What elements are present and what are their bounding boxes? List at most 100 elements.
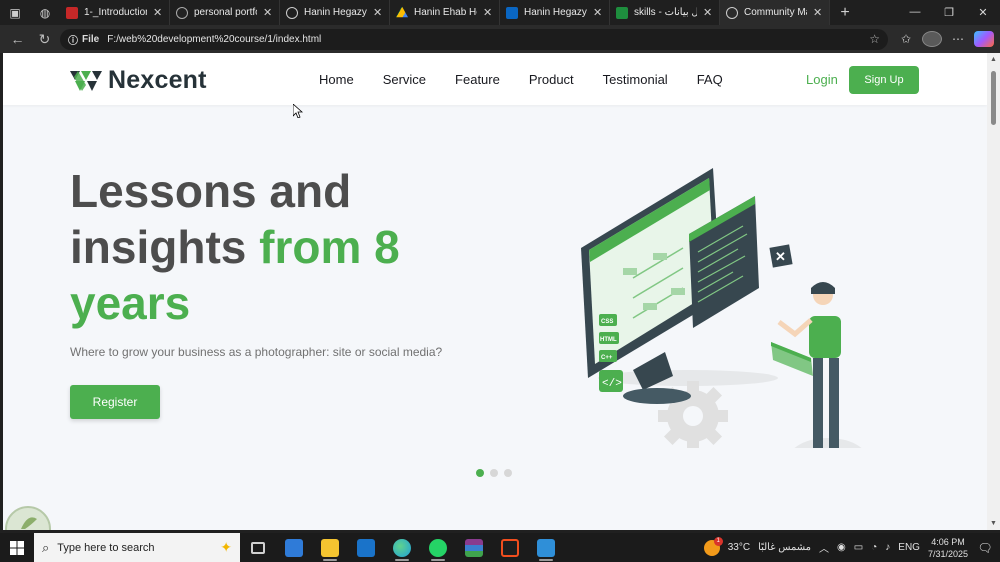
browser-tab[interactable]: personal portfolio ✕ — [170, 0, 280, 25]
whatsapp-button[interactable] — [420, 533, 456, 562]
carousel-dot-2[interactable] — [490, 469, 498, 477]
main-menu: Home Service Feature Product Testimonial… — [319, 72, 752, 87]
carousel-dot-3[interactable] — [504, 469, 512, 477]
svg-text:✕: ✕ — [775, 249, 786, 264]
scroll-up-icon[interactable]: ▲ — [989, 56, 998, 63]
outlook-button[interactable] — [348, 533, 384, 562]
figma-icon — [501, 538, 519, 557]
restore-icon[interactable]: ❐ — [932, 6, 966, 19]
weather-temp[interactable]: 33°C — [728, 542, 750, 553]
nav-link-feature[interactable]: Feature — [455, 72, 500, 87]
clock[interactable]: 4:06 PM 7/31/2025 — [928, 536, 968, 560]
start-button[interactable] — [0, 533, 34, 562]
close-tab-icon[interactable]: ✕ — [153, 6, 163, 19]
svg-text:HTML: HTML — [600, 337, 617, 343]
browser-tab[interactable]: skills - أول بيانات ✕ — [610, 0, 720, 25]
taskbar-search-field[interactable]: ⌕ Type here to search ✦ — [34, 533, 240, 562]
language-indicator[interactable]: ENG — [898, 542, 920, 553]
workspaces-icon[interactable]: ▣ — [0, 0, 30, 25]
tab-title: skills - أول بيانات — [634, 7, 697, 18]
page-scrollbar[interactable]: ▲ ▼ — [987, 53, 1000, 530]
close-tab-icon[interactable]: ✕ — [483, 6, 493, 19]
url-text: F:/web%20development%20course/1/index.ht… — [107, 33, 322, 45]
address-bar-row: ← ↻ ⓘ File F:/web%20development%20course… — [0, 25, 1000, 53]
close-tab-icon[interactable]: ✕ — [373, 6, 383, 19]
nav-link-testimonial[interactable]: Testimonial — [603, 72, 668, 87]
google-sheets-favicon-icon — [616, 6, 628, 19]
folder-icon — [321, 538, 339, 557]
record-icon[interactable]: ◉ — [837, 542, 846, 553]
figma-button[interactable] — [492, 533, 528, 562]
window-controls: — ❐ ✕ — [898, 6, 1000, 19]
task-view-button[interactable] — [240, 533, 276, 562]
search-placeholder: Type here to search — [57, 541, 155, 554]
browser-tab[interactable]: Hanin Ehab Hegazy ✕ — [390, 0, 500, 25]
scheme-label: File — [82, 33, 100, 45]
taskbar: ⌕ Type here to search ✦ 1 33°C مشمس غالب… — [0, 533, 1000, 562]
file-explorer-button[interactable] — [312, 533, 348, 562]
google-drive-favicon-icon — [396, 6, 408, 18]
globe-favicon-icon — [726, 6, 738, 19]
svg-text:C++: C++ — [601, 355, 613, 361]
system-tray: 1 33°C مشمس غالبًا ︿ ◉ ▭ ◔ ♪ ENG 4:06 PM… — [703, 536, 1000, 560]
browser-tab[interactable]: 1-_Introduction_ ✕ — [60, 0, 170, 25]
address-field[interactable]: ⓘ File F:/web%20development%20course/1/i… — [60, 28, 888, 50]
login-link[interactable]: Login — [806, 72, 838, 87]
svg-text:CSS: CSS — [601, 319, 613, 325]
signup-button[interactable]: Sign Up — [849, 66, 919, 94]
battery-icon[interactable]: ▭ — [854, 542, 863, 553]
weather-icon[interactable]: 1 — [703, 536, 723, 556]
close-tab-icon[interactable]: ✕ — [593, 6, 603, 19]
copilot-icon[interactable] — [974, 31, 994, 47]
clock-time: 4:06 PM — [931, 536, 965, 547]
task-view-icon — [251, 541, 265, 554]
more-options-icon[interactable]: ⋯ — [948, 32, 968, 46]
tab-actions-icon[interactable]: ◍ — [30, 0, 60, 25]
site-info-button[interactable]: ⓘ File — [68, 32, 99, 47]
carousel-dot-1[interactable] — [476, 469, 484, 477]
profile-avatar[interactable] — [922, 31, 942, 47]
register-button[interactable]: Register — [70, 385, 160, 419]
microsoft-store-button[interactable] — [276, 533, 312, 562]
toolbar-right: ✩ ⋯ — [896, 31, 994, 47]
wifi-icon[interactable]: ◔ — [871, 542, 877, 553]
weather-description[interactable]: مشمس غالبًا — [758, 542, 811, 553]
page-viewport: Nexcent Home Service Feature Product Tes… — [3, 53, 987, 530]
clock-date: 7/31/2025 — [927, 548, 968, 559]
brand-name: Nexcent — [108, 66, 207, 94]
favorites-icon[interactable]: ✩ — [896, 32, 916, 46]
browser-tab-active[interactable]: Community Man ✕ — [720, 0, 830, 25]
nav-link-faq[interactable]: FAQ — [697, 72, 723, 87]
show-hidden-icons-icon[interactable]: ︿ — [819, 540, 829, 555]
vscode-button[interactable] — [528, 533, 564, 562]
browser-tab[interactable]: Hanin Hegazy | L ✕ — [500, 0, 610, 25]
edge-icon — [393, 538, 411, 557]
nav-link-product[interactable]: Product — [529, 72, 574, 87]
favorite-star-icon[interactable]: ☆ — [869, 32, 880, 46]
site-navbar: Nexcent Home Service Feature Product Tes… — [3, 53, 987, 105]
back-icon[interactable]: ← — [6, 28, 29, 50]
minimize-icon[interactable]: — — [898, 6, 932, 19]
new-tab-button[interactable]: + — [830, 0, 860, 25]
edge-button[interactable] — [384, 533, 420, 562]
close-tab-icon[interactable]: ✕ — [703, 6, 713, 19]
close-tab-icon[interactable]: ✕ — [813, 6, 823, 19]
tab-title: Community Man — [744, 7, 807, 18]
close-tab-icon[interactable]: ✕ — [263, 6, 273, 19]
winrar-button[interactable] — [456, 533, 492, 562]
nav-link-service[interactable]: Service — [383, 72, 426, 87]
brand-logo[interactable]: Nexcent — [70, 66, 207, 95]
close-window-icon[interactable]: ✕ — [966, 6, 1000, 19]
svg-text:</>: </> — [602, 378, 622, 390]
browser-tab[interactable]: Hanin Hegazy - I ✕ — [280, 0, 390, 25]
github-favicon-icon — [176, 6, 188, 19]
tab-title: personal portfolio — [194, 7, 257, 18]
tab-title: Hanin Ehab Hegazy — [414, 7, 477, 18]
notification-center-icon[interactable]: 🗨 — [976, 541, 994, 555]
nexcent-logo-icon — [70, 70, 102, 91]
scroll-thumb[interactable] — [991, 71, 996, 125]
refresh-icon[interactable]: ↻ — [33, 28, 56, 50]
nav-link-home[interactable]: Home — [319, 72, 354, 87]
scroll-down-icon[interactable]: ▼ — [989, 520, 998, 527]
volume-icon[interactable]: ♪ — [885, 542, 890, 553]
